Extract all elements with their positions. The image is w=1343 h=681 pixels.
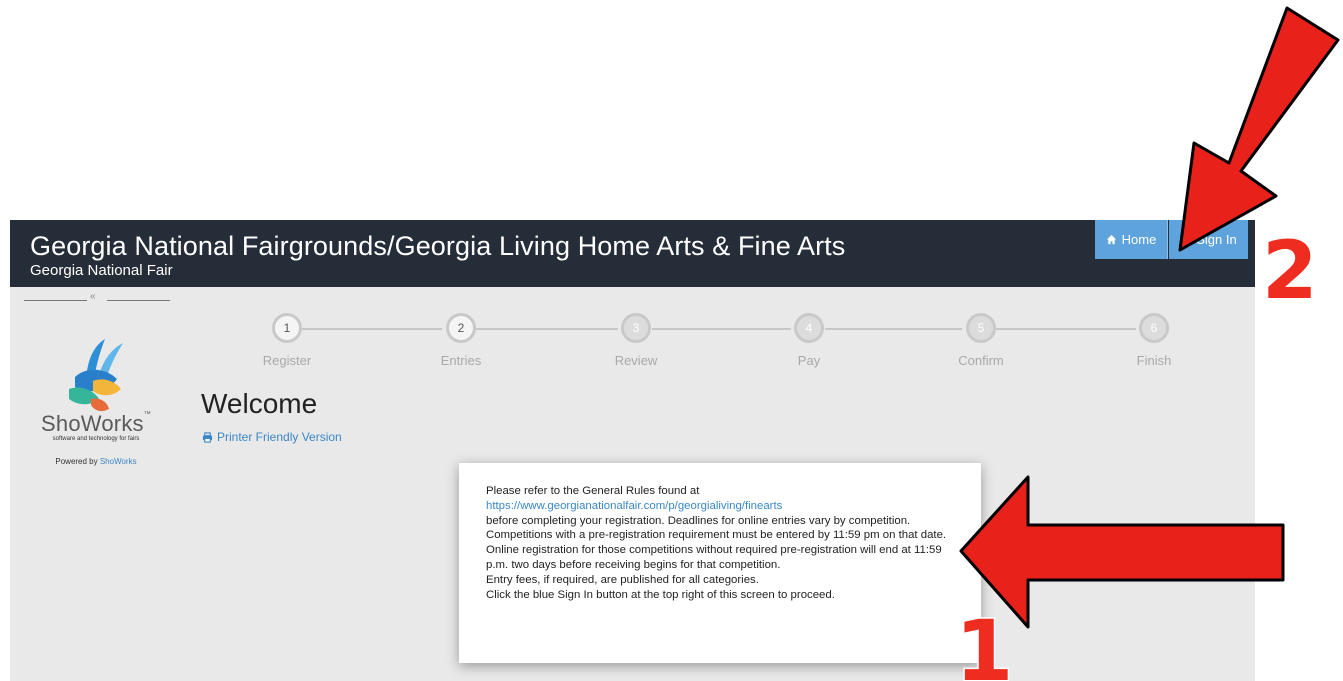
annotation-overlay: 2 1	[954, 6, 1340, 681]
arrow-to-sign-in-icon	[1178, 6, 1340, 252]
annotation-number-1: 1	[955, 602, 1013, 681]
annotation-number-2: 2	[1262, 224, 1318, 317]
